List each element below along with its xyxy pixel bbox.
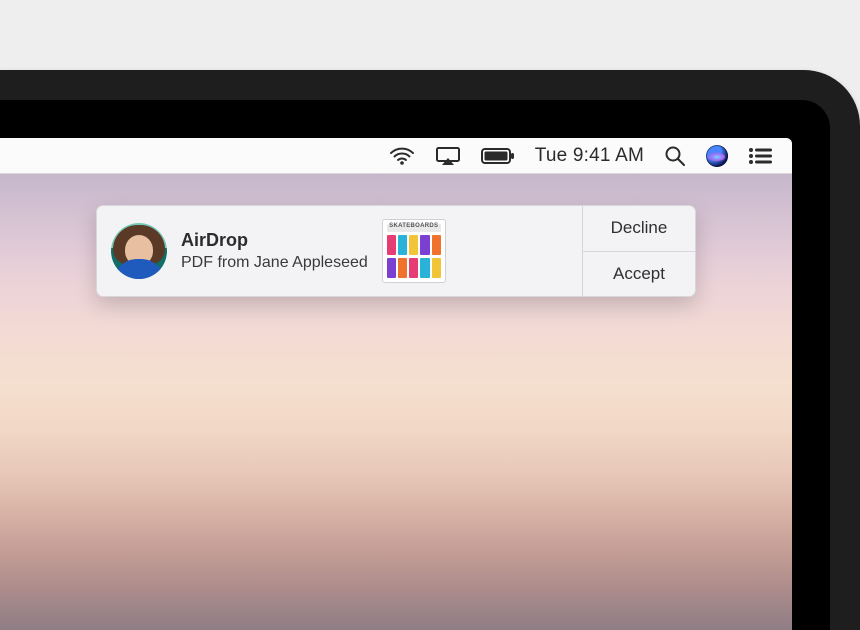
- decline-button[interactable]: Decline: [583, 206, 695, 252]
- screen-bezel: Tue 9:41 AM: [0, 100, 830, 630]
- menu-bar-clock[interactable]: Tue 9:41 AM: [535, 138, 644, 174]
- file-thumbnail: [382, 219, 446, 283]
- notification-center-icon[interactable]: [748, 138, 772, 174]
- notification-subtitle: PDF from Jane Appleseed: [181, 253, 368, 272]
- notification-body: AirDrop PDF from Jane Appleseed: [97, 206, 582, 296]
- laptop-frame: Tue 9:41 AM: [0, 70, 860, 630]
- notification-title: AirDrop: [181, 230, 368, 251]
- menu-bar: Tue 9:41 AM: [0, 138, 792, 174]
- notification-actions: Decline Accept: [582, 206, 695, 296]
- airplay-icon[interactable]: [435, 138, 461, 174]
- thumbnail-label: [387, 224, 441, 232]
- sender-avatar: [111, 223, 167, 279]
- airdrop-notification: AirDrop PDF from Jane Appleseed Decline …: [96, 205, 696, 297]
- notification-text: AirDrop PDF from Jane Appleseed: [181, 230, 368, 272]
- spotlight-search-icon[interactable]: [664, 138, 686, 174]
- battery-icon[interactable]: [481, 138, 515, 174]
- siri-icon[interactable]: [706, 138, 728, 174]
- accept-button[interactable]: Accept: [583, 252, 695, 297]
- wifi-icon[interactable]: [389, 138, 415, 174]
